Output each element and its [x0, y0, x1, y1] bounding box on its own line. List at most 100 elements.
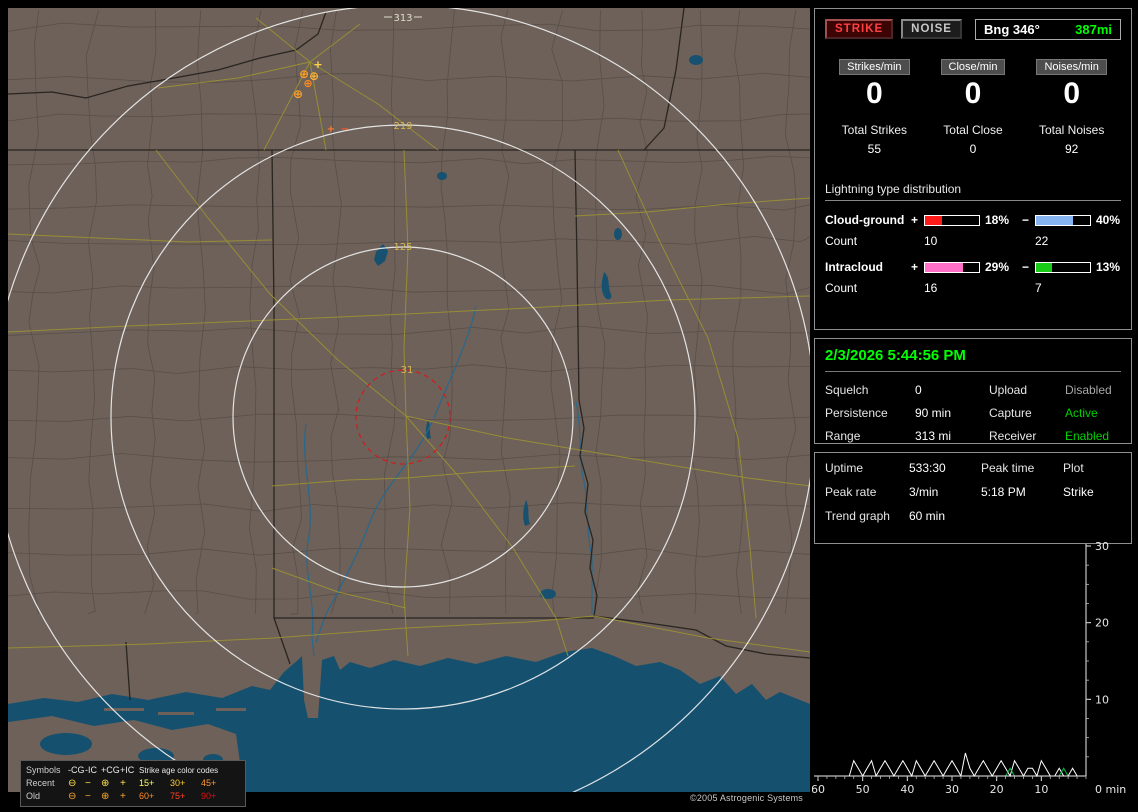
trend-tick-label: 0 min — [1095, 783, 1126, 796]
trend-tick-label: 10 — [1095, 693, 1109, 706]
capture-label: Capture — [989, 406, 1032, 420]
trend-tick-label: 40 — [900, 783, 914, 796]
strike-symbol: − — [341, 124, 349, 135]
receiver-status: Enabled — [1065, 429, 1110, 443]
statistics-panel: STRIKE NOISE Bng 346° 387mi Strikes/min … — [814, 8, 1132, 330]
cg-plus-pct: 18% — [985, 213, 1010, 227]
capture-status: Active — [1065, 406, 1098, 420]
legend-row-label: Recent — [26, 778, 55, 788]
trend-graph: 30 20 10 60 50 40 30 20 10 0 min — [812, 536, 1138, 808]
noise-mode-button[interactable]: NOISE — [901, 19, 962, 39]
total-noises-label: Total Noises — [1038, 123, 1105, 137]
strike-symbol-glyph: + — [120, 791, 126, 802]
age-code: 45+ — [201, 778, 217, 788]
ic-minus-pct: 13% — [1096, 260, 1121, 274]
cg-plus-count: 10 — [924, 234, 938, 248]
trend-tick-label: 50 — [856, 783, 870, 796]
trend-tick-label: 60 — [812, 783, 825, 796]
ic-minus-bar — [1035, 261, 1091, 273]
range-label: Range — [825, 429, 861, 443]
strike-mode-button[interactable]: STRIKE — [825, 19, 894, 39]
age-code: 15+ — [139, 778, 155, 788]
total-strikes-label: Total Strikes — [841, 123, 907, 137]
strike-symbol-glyph: ⊖ — [68, 791, 77, 802]
peak-time-value: 5:18 PM — [981, 485, 1026, 499]
peak-time-label: Peak time — [981, 461, 1035, 475]
intracloud-count-row: Count 16 7 — [825, 281, 1121, 295]
strikes-per-min-chip[interactable]: Strikes/min — [839, 59, 910, 75]
age-code: 60+ — [139, 791, 155, 801]
rate-counters: Strikes/min 0 Total Strikes 55 Close/min… — [825, 57, 1121, 156]
map-area[interactable]: + ⊕ ⊕ ⊕ ⊕ + − 313 219 125 31 Symbols -CG -IC +CG +… — [8, 8, 810, 807]
bearing-label: Bng 346° — [984, 21, 1040, 37]
persistence-value: 90 min — [915, 406, 952, 420]
strike-symbol: ⊕ — [293, 87, 303, 101]
close-per-min-value: 0 — [964, 77, 982, 110]
uptime-panel: Uptime 533:30 Peak time Plot Peak rate 3… — [814, 452, 1132, 544]
strike-symbol: + — [327, 124, 335, 135]
trend-tick-label: 30 — [1095, 540, 1109, 553]
cloud-ground-count-row: Count 10 22 — [825, 234, 1121, 248]
legend-row-label: Old — [26, 791, 41, 801]
ring-label-219: 219 — [393, 121, 412, 132]
strike-symbol-glyph: + — [120, 778, 126, 789]
age-code: 30+ — [170, 778, 186, 788]
cg-minus-bar — [1035, 214, 1091, 226]
cg-plus-bar — [924, 214, 980, 226]
strike-symbol-glyph: ⊕ — [101, 791, 110, 802]
trend-tick-label: 30 — [945, 783, 959, 796]
peak-rate-label: Peak rate — [825, 485, 877, 499]
nexstorm-window: + ⊕ ⊕ ⊕ ⊕ + − 313 219 125 31 Symbols -CG -IC +CG +… — [0, 0, 1138, 812]
trend-window-value: 60 min — [909, 509, 946, 523]
legend-column-label: +IC — [120, 765, 135, 775]
ic-minus-count: 7 — [1035, 281, 1042, 295]
upload-status: Disabled — [1065, 383, 1112, 397]
status-grid: Squelch 0 Upload Disabled Persistence 90… — [825, 383, 1121, 443]
ic-plus-bar — [924, 261, 980, 273]
ring-label-313: 313 — [393, 13, 412, 24]
cloud-ground-row: Cloud-ground + 18% − 40% — [825, 213, 1121, 227]
lightning-map[interactable]: +⊕ ⊕⊕⊕+ − 313 219 125 31 — [8, 8, 810, 792]
age-code: 75+ — [170, 791, 186, 801]
strikes-counter: Strikes/min 0 Total Strikes 55 — [825, 57, 924, 156]
strike-symbol: ⊕ — [303, 77, 312, 90]
trend-tick-label: 20 — [1095, 617, 1109, 630]
close-per-min-chip[interactable]: Close/min — [940, 59, 1006, 75]
age-code: 90+ — [201, 791, 217, 801]
count-label: Count — [825, 281, 858, 295]
trend-graph-label: Trend graph — [825, 509, 890, 523]
plot-value: Strike — [1063, 485, 1094, 499]
uptime-grid: Uptime 533:30 Peak time Plot Peak rate 3… — [825, 461, 1121, 523]
bearing-readout: Bng 346° 387mi — [975, 18, 1121, 40]
legend-column-label: -CG — [68, 765, 85, 775]
uptime-label: Uptime — [825, 461, 864, 475]
trend-tick-label: 20 — [990, 783, 1004, 796]
ic-plus-pct: 29% — [985, 260, 1010, 274]
strike-symbol-glyph: − — [85, 791, 91, 802]
copyright-text: ©2005 Astrogenic Systems — [690, 793, 803, 803]
mode-buttons-row: STRIKE NOISE Bng 346° 387mi — [825, 17, 1121, 41]
minus-sign: − — [1022, 260, 1030, 274]
strike-symbol-glyph: − — [85, 778, 91, 789]
persistence-label: Persistence — [825, 406, 888, 420]
noises-counter: Noises/min 0 Total Noises 92 — [1022, 57, 1121, 156]
range-value: 313 mi — [915, 429, 952, 443]
total-close-value: 0 — [969, 142, 977, 156]
uptime-value: 533:30 — [909, 461, 946, 475]
total-noises-value: 92 — [1064, 142, 1079, 156]
legend-column-label: +CG — [101, 765, 120, 775]
sidebar: STRIKE NOISE Bng 346° 387mi Strikes/min … — [812, 0, 1138, 812]
strike-legend: Symbols -CG -IC +CG +IC Strike age color code… — [20, 760, 246, 807]
noises-per-min-value: 0 — [1063, 77, 1080, 110]
intracloud-label: Intracloud — [825, 260, 884, 274]
minus-sign: − — [1022, 213, 1030, 227]
cg-minus-count: 22 — [1035, 234, 1049, 248]
strikes-per-min-value: 0 — [865, 77, 883, 110]
status-panel: 2/3/2026 5:44:56 PM Squelch 0 Upload Dis… — [814, 338, 1132, 444]
upload-label: Upload — [989, 383, 1028, 397]
noises-per-min-chip[interactable]: Noises/min — [1036, 59, 1107, 75]
bearing-distance: 387mi — [1075, 21, 1112, 37]
plus-sign: + — [911, 260, 919, 274]
strike-symbol-glyph: ⊖ — [68, 778, 77, 789]
total-close-label: Total Close — [943, 123, 1003, 137]
